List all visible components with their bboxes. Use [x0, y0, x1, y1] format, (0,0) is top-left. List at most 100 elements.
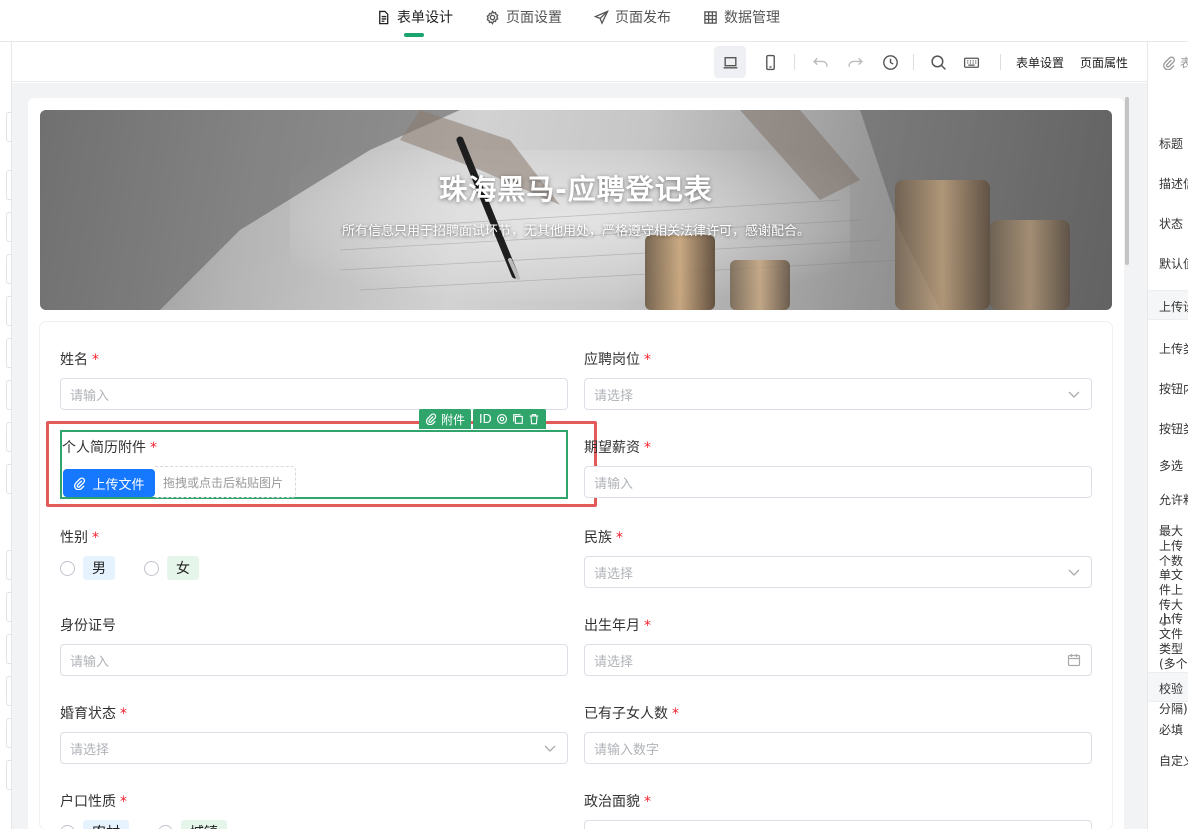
- field-label-birth: 出生年月 *: [584, 618, 651, 634]
- form-settings-link[interactable]: 表单设置: [1016, 54, 1064, 71]
- position-select[interactable]: 请选择: [584, 378, 1092, 410]
- hukou-option-rural[interactable]: 农村: [60, 820, 129, 829]
- tab-label: 数据管理: [724, 10, 780, 26]
- drop-hint: 拖拽或点击后粘贴图片: [163, 475, 284, 490]
- canvas-scrollbar[interactable]: [1125, 97, 1129, 265]
- prop-custom-rule: 自定义: [1159, 754, 1188, 768]
- option-label: 农村: [83, 820, 129, 829]
- trash-icon[interactable]: [528, 413, 540, 425]
- redo-button[interactable]: [839, 46, 871, 78]
- field-label-hukou: 户口性质 *: [60, 794, 127, 810]
- ethnicity-select[interactable]: 请选择: [584, 556, 1092, 588]
- field-label-ethnicity: 民族 *: [584, 530, 623, 546]
- keyboard-button[interactable]: [955, 46, 987, 78]
- mobile-view-button[interactable]: [754, 46, 786, 78]
- field-label-id-number: 身份证号: [60, 618, 116, 634]
- send-icon: [594, 9, 609, 25]
- phone-icon: [765, 54, 775, 70]
- gender-option-male[interactable]: 男: [60, 556, 115, 580]
- copy-icon[interactable]: [512, 413, 524, 425]
- widget-action-bar: 附件 ID: [419, 409, 546, 429]
- option-label: 男: [83, 556, 115, 580]
- page-properties-link[interactable]: 页面属性: [1080, 54, 1128, 71]
- option-label: 女: [167, 556, 199, 580]
- redo-icon: [847, 57, 863, 67]
- nav-tabs: 表单设计 页面设置 页面发布 数据管理: [366, 0, 802, 42]
- tab-form-design[interactable]: 表单设计: [366, 0, 463, 37]
- form-subtitle: 所有信息只用于招聘面试环节，无其他用处，严格遵守相关法律许可，感谢配合。: [341, 224, 810, 239]
- toolbar-divider: [913, 54, 914, 70]
- tab-page-settings[interactable]: 页面设置: [475, 0, 572, 34]
- marital-select[interactable]: 请选择: [60, 732, 568, 764]
- editor-toolbar: 表单设置 页面属性: [12, 42, 1147, 82]
- calendar-icon: [1067, 653, 1081, 671]
- radio-circle[interactable]: [60, 824, 75, 829]
- properties-panel: 表单 标题 描述信息 状态 默认值 上传设置 上传类型 按钮内容 按钮类型 多选…: [1147, 42, 1188, 829]
- search-button[interactable]: [922, 46, 954, 78]
- radio-circle[interactable]: [60, 560, 75, 576]
- form-banner: 珠海黑马-应聘登记表 所有信息只用于招聘面试环节，无其他用处，严格遵守相关法律许…: [40, 110, 1112, 310]
- prop-required: 必填: [1159, 723, 1184, 737]
- political-select[interactable]: [584, 820, 1092, 829]
- paperclip-icon: [1163, 56, 1175, 70]
- section-upload-settings[interactable]: 上传设置: [1148, 290, 1188, 320]
- field-label-marital: 婚育状态 *: [60, 706, 127, 722]
- placeholder: 请选择: [594, 388, 634, 404]
- birth-date-picker[interactable]: 请选择: [584, 644, 1092, 676]
- placeholder: 请选择: [594, 654, 634, 670]
- field-label-salary: 期望薪资 *: [584, 440, 651, 456]
- paperclip-icon: [425, 413, 437, 425]
- banner-picture: [40, 110, 1112, 310]
- id-number-input[interactable]: 请输入: [60, 644, 568, 676]
- panel-tab-form[interactable]: 表单: [1162, 54, 1188, 71]
- placeholder: 请输入数字: [594, 742, 660, 758]
- prop-status: 状态: [1159, 217, 1184, 231]
- prop-default-value: 默认值: [1159, 257, 1188, 271]
- field-label-position: 应聘岗位 *: [584, 352, 651, 368]
- search-icon: [930, 54, 946, 70]
- section-validation[interactable]: 校验: [1148, 672, 1188, 702]
- hukou-option-urban[interactable]: 城镇: [158, 820, 227, 829]
- tab-label: 页面设置: [506, 10, 562, 26]
- prop-max-count: 最大上传个数: [1159, 524, 1184, 568]
- prop-button-type: 按钮类型: [1159, 422, 1188, 436]
- field-label-children: 已有子女人数 *: [584, 706, 679, 722]
- name-input[interactable]: 请输入: [60, 378, 568, 410]
- prop-description: 描述信息: [1159, 177, 1188, 191]
- radio-circle[interactable]: [144, 560, 159, 576]
- clock-icon: [882, 54, 898, 70]
- gear-icon[interactable]: [496, 413, 508, 425]
- tab-data-management[interactable]: 数据管理: [693, 0, 790, 34]
- upload-file-button[interactable]: 上传文件: [63, 469, 155, 497]
- placeholder: 请选择: [70, 742, 110, 758]
- prop-title: 标题: [1159, 137, 1184, 151]
- chevron-down-icon: [1067, 387, 1081, 405]
- field-label-political: 政治面貌 *: [584, 794, 651, 810]
- undo-button[interactable]: [804, 46, 836, 78]
- form-title: 珠海黑马-应聘登记表: [439, 173, 713, 206]
- option-label: 城镇: [181, 820, 227, 829]
- paperclip-icon: [74, 476, 86, 490]
- widget-id-button[interactable]: ID: [479, 412, 492, 426]
- keyboard-icon: [963, 57, 979, 68]
- field-label-resume: 个人简历附件 *: [62, 440, 157, 456]
- desktop-view-button[interactable]: [714, 46, 746, 78]
- field-label-name: 姓名 *: [60, 352, 99, 368]
- salary-input[interactable]: 请输入: [584, 466, 1092, 498]
- radio-circle[interactable]: [158, 824, 173, 829]
- chevron-down-icon: [1067, 565, 1081, 583]
- placeholder: 请输入: [70, 654, 110, 670]
- history-button[interactable]: [874, 46, 906, 78]
- gender-option-female[interactable]: 女: [144, 556, 199, 580]
- laptop-icon: [723, 56, 737, 69]
- paste-drop-area[interactable]: 拖拽或点击后粘贴图片: [155, 466, 296, 498]
- prop-upload-type: 上传类型: [1159, 342, 1188, 356]
- tab-page-publish[interactable]: 页面发布: [584, 0, 681, 34]
- placeholder: 请输入: [70, 388, 110, 404]
- children-number-input[interactable]: 请输入数字: [584, 732, 1092, 764]
- widget-type-tag[interactable]: 附件: [419, 409, 472, 429]
- widget-tools: ID: [473, 409, 546, 429]
- prop-multiple: 多选: [1159, 459, 1184, 473]
- prop-button-text: 按钮内容: [1159, 382, 1188, 396]
- section-title: 上传设置: [1159, 300, 1188, 314]
